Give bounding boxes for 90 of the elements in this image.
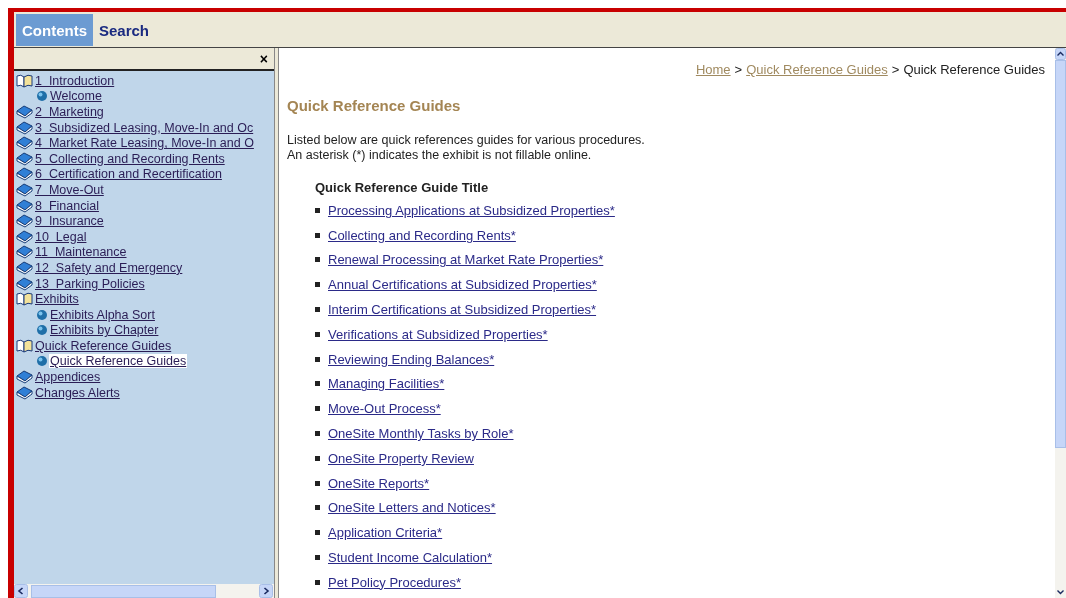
guide-link[interactable]: Reviewing Ending Balances* xyxy=(328,351,495,367)
book-icon xyxy=(16,260,33,275)
bullet-icon xyxy=(315,505,320,511)
tree-item[interactable]: 13 Parking Policies xyxy=(34,276,146,291)
bullet-icon xyxy=(36,324,48,337)
tree-item[interactable]: 9 Insurance xyxy=(34,214,105,229)
book-icon xyxy=(16,120,33,135)
tree-item[interactable]: 12 Safety and Emergency xyxy=(34,260,184,275)
intro-text: Listed below are quick references guides for various procedures. xyxy=(287,133,646,148)
bullet-icon xyxy=(315,232,320,238)
scroll-up-icon xyxy=(1055,48,1066,60)
bullet-icon xyxy=(315,555,320,561)
book-icon xyxy=(16,198,33,213)
guide-link[interactable]: Renewal Processing at Market Rate Properties* xyxy=(328,252,604,268)
book-icon xyxy=(16,167,33,182)
vertical-scrollbar[interactable] xyxy=(1055,48,1066,598)
list-title: Quick Reference Guide Title xyxy=(315,180,490,195)
guide-link[interactable]: Move-Out Process* xyxy=(328,401,441,417)
tree-item[interactable]: 4 Market Rate Leasing, Move-In and O xyxy=(34,136,255,151)
intro-text: An asterisk (*) indicates the exhibit is not fillable online. xyxy=(287,148,593,163)
guide-link[interactable]: Annual Certifications at Subsidized Properties* xyxy=(328,277,597,293)
bullet-icon xyxy=(315,282,320,288)
open-book-icon xyxy=(16,338,33,353)
book-icon xyxy=(16,105,33,119)
bullet-icon xyxy=(315,381,320,387)
book-icon xyxy=(16,370,33,385)
book-icon xyxy=(16,385,33,400)
bullet-icon xyxy=(315,530,320,536)
scroll-right-icon xyxy=(259,584,273,598)
bullet-icon xyxy=(315,431,320,437)
guide-link[interactable]: Student Income Calculation* xyxy=(328,550,493,566)
tree-item[interactable]: Changes Alerts xyxy=(34,385,121,400)
breadcrumb-text: > xyxy=(891,62,900,77)
guide-link[interactable]: Managing Facilities* xyxy=(328,376,445,392)
guide-link[interactable]: OneSite Monthly Tasks by Role* xyxy=(328,426,514,442)
tree-item[interactable]: Quick Reference Guides xyxy=(49,354,188,369)
guide-link[interactable]: OneSite Letters and Notices* xyxy=(328,500,496,516)
breadcrumb-text: Quick Reference Guides xyxy=(903,62,1045,77)
tree-item[interactable]: 6 Certification and Recertification xyxy=(34,167,223,182)
bullet-icon xyxy=(36,355,48,368)
book-icon xyxy=(16,151,33,166)
guide-link[interactable]: Verifications at Subsidized Properties* xyxy=(328,326,548,342)
tree-item[interactable]: 5 Collecting and Recording Rents xyxy=(34,151,226,166)
tree-item[interactable]: Quick Reference Guides xyxy=(34,338,173,353)
bullet-icon xyxy=(315,406,320,412)
tree-item[interactable]: Welcome xyxy=(49,89,103,104)
scroll-thumb[interactable] xyxy=(1055,60,1066,448)
bullet-icon xyxy=(315,307,320,313)
tree-item[interactable]: Appendices xyxy=(34,370,102,385)
tab[interactable]: Search xyxy=(93,14,156,46)
bullet-icon xyxy=(36,90,48,103)
open-book-icon xyxy=(16,73,33,88)
breadcrumb-text: > xyxy=(734,62,743,77)
tree-item[interactable]: 11 Maintenance xyxy=(34,245,128,260)
bullet-icon xyxy=(315,579,320,585)
bullet-icon xyxy=(315,331,320,337)
horizontal-scrollbar[interactable] xyxy=(14,584,274,598)
bullet-icon xyxy=(315,356,320,362)
page-heading: Quick Reference Guides xyxy=(287,97,462,114)
book-icon xyxy=(16,229,33,244)
guide-link[interactable]: Application Criteria* xyxy=(328,525,443,541)
bullet-icon xyxy=(36,308,48,321)
book-icon xyxy=(16,136,33,151)
tree-item[interactable]: Exhibits by Chapter xyxy=(49,323,160,338)
book-icon xyxy=(16,276,33,291)
close-button[interactable]: × xyxy=(257,50,270,67)
bullet-icon xyxy=(315,207,320,213)
book-icon xyxy=(16,214,33,229)
tree-item[interactable]: 3 Subsidized Leasing, Move-In and Oc xyxy=(34,120,255,135)
guide-link[interactable]: Processing Applications at Subsidized Properties* xyxy=(328,202,615,218)
guide-link[interactable]: OneSite Property Review xyxy=(328,450,474,466)
book-icon xyxy=(16,182,33,197)
tree-item[interactable]: 8 Financial xyxy=(34,198,100,213)
guide-link[interactable]: Collecting and Recording Rents* xyxy=(328,227,516,243)
book-icon xyxy=(16,245,33,260)
scroll-thumb[interactable] xyxy=(31,584,216,598)
bullet-icon xyxy=(315,257,320,263)
open-book-icon xyxy=(16,292,33,307)
tree-item[interactable]: 2 Marketing xyxy=(34,105,105,119)
bullet-icon xyxy=(315,455,320,461)
scroll-left-icon xyxy=(14,584,28,598)
guide-link[interactable]: OneSite Reports* xyxy=(328,475,430,491)
tree-item[interactable]: Exhibits xyxy=(34,292,80,307)
tree-item[interactable]: 7 Move-Out xyxy=(34,182,105,197)
bullet-icon xyxy=(315,480,320,486)
tree-item[interactable]: Exhibits Alpha Sort xyxy=(49,307,156,322)
guide-link[interactable]: Interim Certifications at Subsidized Properties* xyxy=(328,302,597,318)
guide-link[interactable]: Pet Policy Procedures* xyxy=(328,574,461,590)
tree-item[interactable]: 1 Introduction xyxy=(34,73,116,88)
tree-item[interactable]: 10 Legal xyxy=(34,229,88,244)
